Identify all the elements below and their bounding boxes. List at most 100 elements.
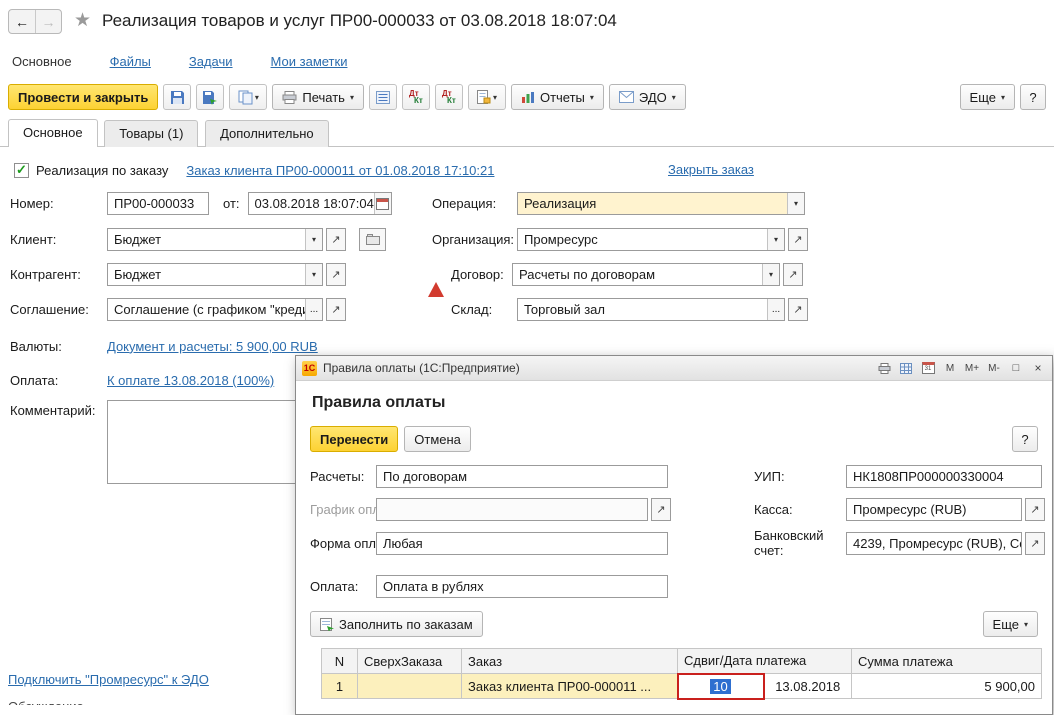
- copy-button[interactable]: ▾: [229, 84, 268, 110]
- open-warehouse-button[interactable]: ↗: [788, 298, 808, 321]
- dropdown-button[interactable]: ▾: [305, 264, 322, 285]
- agreement-input[interactable]: Соглашение (с графиком "кредит") ...: [107, 298, 323, 321]
- schedule-input[interactable]: [376, 498, 648, 521]
- organization-row: Организация: Промресурс ▾ ↗: [432, 228, 808, 251]
- payform-input[interactable]: Любая: [376, 532, 668, 555]
- cell-shift-editing[interactable]: 10: [676, 672, 765, 700]
- cell-date[interactable]: 13.08.2018: [763, 673, 852, 699]
- cell-n[interactable]: 1: [321, 673, 358, 699]
- calc-m-plus-button[interactable]: М+: [964, 360, 980, 376]
- tab-extra[interactable]: Дополнительно: [205, 120, 329, 147]
- dropdown-button[interactable]: ▾: [762, 264, 779, 285]
- connect-edo-link[interactable]: Подключить "Промресурс" к ЭДО: [8, 672, 209, 687]
- chevron-down-icon: ▾: [773, 235, 778, 244]
- open-contract-button[interactable]: ↗: [783, 263, 803, 286]
- schedule-label: График оплаты:: [310, 501, 406, 517]
- calendar-picker-button[interactable]: [373, 193, 391, 214]
- dialog-title: Правила оплаты: [312, 394, 446, 411]
- client-dossier-button[interactable]: [359, 228, 386, 251]
- cash-input[interactable]: Промресурс (RUB): [846, 498, 1022, 521]
- bank-input[interactable]: 4239, Промресурс (RUB), Собственный счет: [846, 531, 1022, 555]
- col-amount[interactable]: Сумма платежа: [851, 648, 1042, 674]
- uip-label: УИП:: [754, 469, 785, 484]
- comment-input[interactable]: [107, 400, 297, 484]
- col-shift-date[interactable]: Сдвиг/Дата платежа: [677, 648, 852, 674]
- forward-arrow-icon: →: [41, 13, 56, 30]
- customer-order-link[interactable]: Заказ клиента ПР00-000011 от 01.08.2018 …: [186, 163, 494, 178]
- window-close-button[interactable]: ×: [1030, 360, 1046, 376]
- edo-button[interactable]: ЭДО ▾: [608, 84, 686, 110]
- choose-button[interactable]: ...: [305, 299, 322, 320]
- choose-button[interactable]: ...: [767, 299, 784, 320]
- fill-by-orders-button[interactable]: Заполнить по заказам: [310, 611, 483, 637]
- print-button[interactable]: Печать ▾: [272, 84, 364, 110]
- warehouse-input[interactable]: Торговый зал ...: [517, 298, 785, 321]
- open-agreement-button[interactable]: ↗: [326, 298, 346, 321]
- titlebar-print-button[interactable]: [876, 360, 892, 376]
- col-n[interactable]: N: [321, 648, 358, 674]
- dialog-titlebar[interactable]: 1С Правила оплаты (1С:Предприятие) 31 М …: [296, 356, 1052, 381]
- dropdown-button[interactable]: ▾: [767, 229, 784, 250]
- operation-select[interactable]: Реализация ▾: [517, 192, 805, 215]
- dialog-payment-input[interactable]: Оплата в рублях: [376, 575, 668, 598]
- settlements-input[interactable]: По договорам: [376, 465, 668, 488]
- dialog-payment-value: Оплата в рублях: [383, 579, 484, 594]
- open-cash-button[interactable]: ↗: [1025, 498, 1045, 521]
- client-label: Клиент:: [10, 232, 57, 247]
- uip-input[interactable]: НК1808ПР000000330004: [846, 465, 1042, 488]
- number-input[interactable]: ПР00-000033: [107, 192, 209, 215]
- date-input[interactable]: 03.08.2018 18:07:04: [247, 192, 392, 215]
- open-counterparty-button[interactable]: ↗: [326, 263, 346, 286]
- open-client-button[interactable]: ↗: [326, 228, 346, 251]
- help-button[interactable]: ?: [1020, 84, 1046, 110]
- post-button[interactable]: [196, 84, 225, 110]
- col-order[interactable]: Заказ: [461, 648, 678, 674]
- tab-goods[interactable]: Товары (1): [104, 120, 199, 147]
- cell-over-order[interactable]: [357, 673, 462, 699]
- reports-button[interactable]: Отчеты ▾: [510, 84, 604, 110]
- dt-kt-analysis-button[interactable]: Дт Кт: [434, 84, 463, 110]
- close-order-link[interactable]: Закрыть заказ: [668, 162, 754, 177]
- dropdown-button[interactable]: ▾: [787, 193, 804, 214]
- cell-order[interactable]: Заказ клиента ПР00-000011 ...: [461, 673, 678, 699]
- open-schedule-button[interactable]: ↗: [651, 498, 671, 521]
- back-button[interactable]: ←: [9, 10, 35, 33]
- col-over-order[interactable]: СверхЗаказа: [357, 648, 462, 674]
- dt-kt-movements-button[interactable]: Дт Кт: [401, 84, 430, 110]
- dropdown-button[interactable]: ▾: [305, 229, 322, 250]
- cancel-button[interactable]: Отмена: [404, 426, 471, 452]
- titlebar-calendar-button[interactable]: 31: [920, 360, 936, 376]
- navlink-files[interactable]: Файлы: [110, 54, 151, 69]
- more-button[interactable]: Еще ▾: [959, 84, 1015, 110]
- chevron-down-icon: ▾: [1000, 92, 1005, 102]
- currencies-label: Валюты:: [10, 338, 62, 354]
- navlink-main[interactable]: Основное: [12, 54, 72, 69]
- by-order-checkbox[interactable]: ✓: [14, 162, 29, 178]
- document-register-button[interactable]: [368, 84, 397, 110]
- open-organization-button[interactable]: ↗: [788, 228, 808, 251]
- navlink-tasks[interactable]: Задачи: [189, 54, 233, 69]
- payment-link[interactable]: К оплате 13.08.2018 (100%): [107, 373, 274, 388]
- dialog-more-button[interactable]: Еще ▾: [982, 611, 1038, 637]
- window-restore-button[interactable]: □: [1008, 360, 1024, 376]
- change-document-button[interactable]: ▾: [467, 84, 506, 110]
- calc-m-button[interactable]: М: [942, 360, 958, 376]
- counterparty-input[interactable]: Бюджет ▾: [107, 263, 323, 286]
- contract-input[interactable]: Расчеты по договорам ▾: [512, 263, 780, 286]
- post-and-close-button[interactable]: Провести и закрыть: [8, 84, 159, 110]
- agreement-row: Соглашение: Соглашение (с графиком "кред…: [10, 298, 346, 321]
- organization-input[interactable]: Промресурс ▾: [517, 228, 785, 251]
- favorite-star-icon[interactable]: ★: [74, 9, 91, 32]
- open-bank-button[interactable]: ↗: [1025, 531, 1045, 555]
- client-input[interactable]: Бюджет ▾: [107, 228, 323, 251]
- currencies-link[interactable]: Документ и расчеты: 5 900,00 RUB: [107, 339, 318, 354]
- tab-main[interactable]: Основное: [8, 119, 98, 147]
- navlink-notes[interactable]: Мои заметки: [271, 54, 348, 69]
- calc-m-minus-button[interactable]: М-: [986, 360, 1002, 376]
- titlebar-table-button[interactable]: [898, 360, 914, 376]
- forward-button[interactable]: →: [35, 10, 61, 33]
- save-button[interactable]: [163, 84, 192, 110]
- dialog-help-button[interactable]: ?: [1012, 426, 1038, 452]
- cell-amount[interactable]: 5 900,00: [851, 673, 1042, 699]
- transfer-button[interactable]: Перенести: [310, 426, 399, 452]
